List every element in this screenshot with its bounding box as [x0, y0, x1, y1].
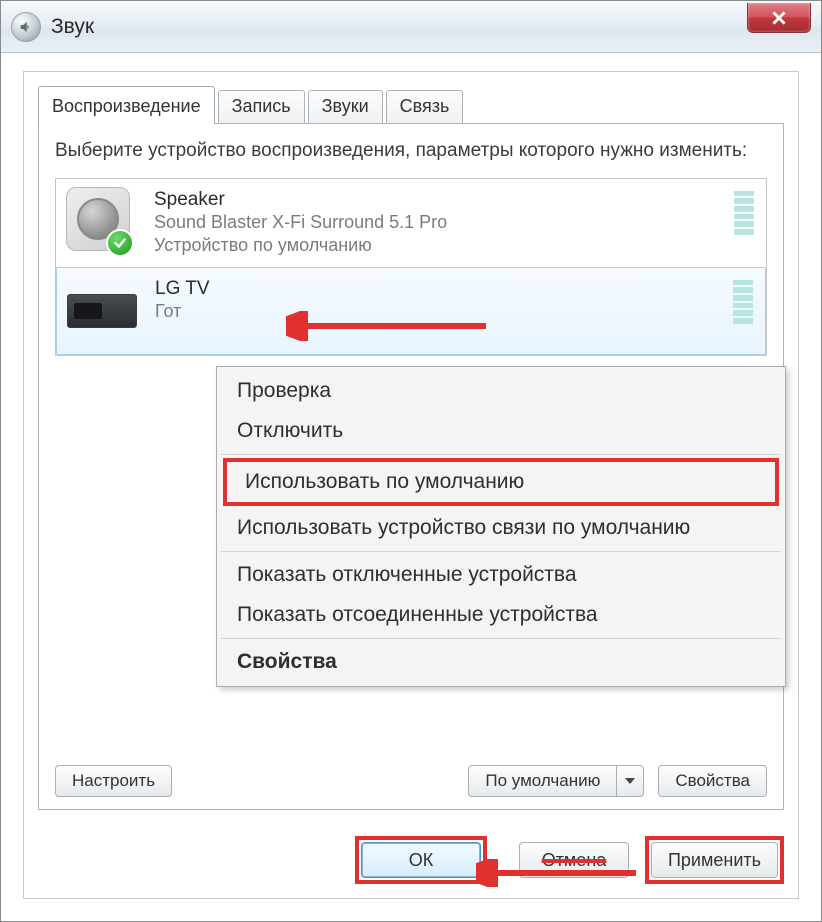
- device-name: Speaker: [154, 189, 756, 211]
- ok-button[interactable]: ОК: [361, 842, 481, 878]
- hdmi-device-icon: [67, 276, 135, 344]
- set-default-split-button[interactable]: По умолчанию: [468, 765, 644, 797]
- set-default-button[interactable]: По умолчанию: [468, 765, 616, 797]
- menu-item-show-disabled[interactable]: Показать отключенные устройства: [219, 555, 783, 595]
- intro-text: Выберите устройство воспроизведения, пар…: [55, 138, 767, 164]
- device-item[interactable]: Speaker Sound Blaster X-Fi Surround 5.1 …: [56, 179, 766, 267]
- speaker-icon: [66, 187, 134, 255]
- menu-separator: [221, 638, 781, 639]
- tab-strip: Воспроизведение Запись Звуки Связь: [38, 86, 798, 124]
- annotation-highlight: ОК: [355, 836, 487, 884]
- set-default-dropdown[interactable]: [616, 765, 644, 797]
- close-button[interactable]: [747, 3, 811, 33]
- annotation-highlight: Использовать по умолчанию: [223, 458, 779, 506]
- menu-item-test[interactable]: Проверка: [219, 371, 783, 411]
- dialog-action-buttons: ОК Отмена Применить: [38, 814, 784, 884]
- device-description: Sound Blaster X-Fi Surround 5.1 Pro: [154, 211, 756, 234]
- menu-item-properties[interactable]: Свойства: [219, 642, 783, 682]
- titlebar[interactable]: Звук: [1, 1, 821, 53]
- chevron-down-icon: [625, 778, 635, 784]
- tab-sounds[interactable]: Звуки: [308, 90, 383, 124]
- configure-button[interactable]: Настроить: [55, 765, 172, 797]
- default-check-icon: [106, 229, 134, 257]
- sound-icon: [11, 12, 41, 42]
- annotation-arrow: [476, 859, 646, 887]
- tab-playback[interactable]: Воспроизведение: [38, 86, 215, 124]
- menu-separator: [221, 551, 781, 552]
- menu-item-disable[interactable]: Отключить: [219, 411, 783, 451]
- annotation-arrow: [286, 311, 496, 341]
- menu-item-show-disconnected[interactable]: Показать отсоединенные устройства: [219, 595, 783, 635]
- menu-item-set-default-comm[interactable]: Использовать устройство связи по умолчан…: [219, 508, 783, 548]
- tab-recording[interactable]: Запись: [218, 90, 305, 124]
- apply-button[interactable]: Применить: [651, 842, 778, 878]
- volume-meter: [734, 191, 754, 235]
- annotation-highlight: Применить: [645, 836, 784, 884]
- menu-item-set-default[interactable]: Использовать по умолчанию: [227, 462, 775, 502]
- volume-meter: [733, 280, 753, 324]
- properties-button[interactable]: Свойства: [658, 765, 767, 797]
- tab-communications[interactable]: Связь: [386, 90, 464, 124]
- context-menu: Проверка Отключить Использовать по умолч…: [216, 366, 786, 687]
- sound-dialog-window: Звук Воспроизведение Запись Звуки Связь …: [0, 0, 822, 922]
- device-status: Устройство по умолчанию: [154, 234, 756, 257]
- menu-separator: [221, 454, 781, 455]
- device-name: LG TV: [155, 278, 755, 300]
- window-title: Звук: [51, 15, 94, 39]
